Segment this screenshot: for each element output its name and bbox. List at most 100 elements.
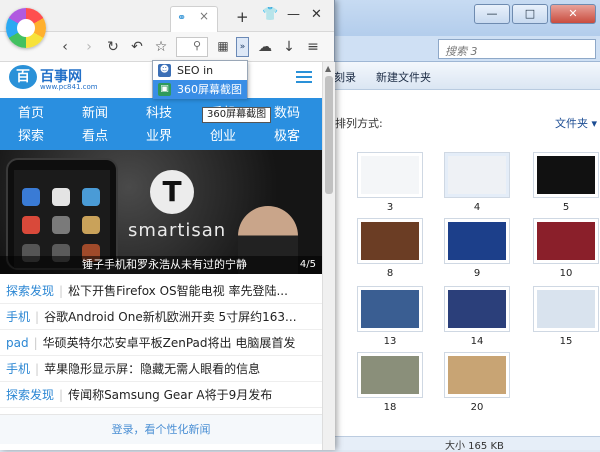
file-thumbnail-label[interactable]: 10 [533,268,599,279]
extensions-overflow-button[interactable]: » [236,37,249,57]
news-item[interactable]: 探索发现 | 传闻称Samsung Gear A将于9月发布 [0,382,322,408]
file-thumbnail-label[interactable]: 13 [357,336,423,347]
file-thumbnail[interactable] [357,218,423,264]
explorer-search-input[interactable]: 搜索 3 [438,39,596,59]
nav-item[interactable]: 新闻 [82,102,142,121]
burn-command[interactable]: 刻录 [334,69,356,85]
file-thumbnail-label[interactable]: 20 [444,402,510,413]
news-item[interactable]: 手机 | 苹果隐形显示屏：隐藏无需人眼看的信息 [0,356,322,382]
news-title[interactable]: 传闻称Samsung Gear A将于9月发布 [68,388,272,402]
login-link[interactable]: 登录，看个性化新闻 [0,414,322,444]
cloud-icon[interactable]: ☁ [256,39,274,55]
close-tab-icon[interactable]: × [199,9,209,23]
bookmark-star-icon[interactable]: ☆ [152,39,170,55]
news-separator: | [59,388,64,402]
file-thumbnail[interactable] [444,152,510,198]
file-thumbnail-label[interactable]: 14 [444,336,510,347]
sort-label: 排列方式: [335,117,383,130]
file-thumbnail-label[interactable]: 18 [357,402,423,413]
news-title[interactable]: 谷歌Android One新机欧洲开卖 5寸屏约163... [44,310,296,324]
news-category[interactable]: 探索发现 [6,388,54,402]
file-thumbnail-label[interactable]: 4 [444,202,510,213]
news-category[interactable]: pad [6,336,29,350]
phone-image [6,158,118,270]
file-thumbnail-label[interactable]: 8 [357,268,423,279]
phone-app-icon [22,188,40,206]
maximize-button[interactable]: □ [512,4,548,24]
news-separator: | [59,284,64,298]
banner-caption[interactable]: 锤子手机和罗永浩从未有过的宁静 4/5 [0,256,322,274]
site-logo-icon[interactable]: 百 [9,65,37,89]
new-folder-command[interactable]: 新建文件夹 [376,69,431,85]
browser-tab[interactable]: ⚭ × [170,6,218,32]
close-window-icon[interactable]: ✕ [311,7,322,22]
file-thumbnail[interactable] [444,218,510,264]
news-category[interactable]: 探索发现 [6,284,54,298]
news-list: 探索发现 | 松下开售Firefox OS智能电视 率先登陆... 手机 | 谷歌Andr… [0,278,322,408]
browser-tab-icon: ⚭ [177,11,187,24]
apps-grid-icon[interactable]: ▦ [214,39,232,53]
file-thumbnail[interactable] [533,152,599,198]
undo-icon[interactable]: ↶ [128,39,146,55]
news-title[interactable]: 松下开售Firefox OS智能电视 率先登陆... [68,284,288,298]
address-search-box[interactable]: ⚲ [176,37,208,57]
reload-icon[interactable]: ↻ [104,39,122,55]
tab-bar: ⚭ × + 👕 — ✕ [0,0,334,32]
banner-slide[interactable]: T smartisan 锤子手机和罗永浩从未有过的宁静 4/5 [0,150,322,274]
nav-item[interactable]: 看点 [82,125,142,144]
site-logo-url: www.pc841.com [40,83,98,91]
menu-icon[interactable]: ≡ [304,39,322,55]
skin-icon[interactable]: 👕 [262,7,278,22]
search-icon: ⚲ [193,39,202,52]
nav-item[interactable]: 创业 [210,125,270,144]
file-thumbnail-label[interactable]: 15 [533,336,599,347]
explorer-titlebar: — □ ✕ [326,0,600,36]
scroll-up-icon[interactable]: ▲ [325,64,331,73]
extension-dropdown: ☻SEO in China▣ 360屏幕截图 [152,60,248,99]
dropdown-item[interactable]: ▣ 360屏幕截图 [153,80,247,99]
file-thumbnail[interactable] [444,286,510,332]
vertical-scrollbar[interactable]: ▲ [322,62,335,450]
news-item[interactable]: pad | 华硕英特尔芯安卓平板ZenPad将出 电脑展首发 [0,330,322,356]
phone-app-icon [52,216,70,234]
file-thumbnail-label[interactable]: 5 [533,202,599,213]
browser-logo-icon[interactable] [6,8,46,48]
menu-back-icon[interactable]: ‹ [56,39,74,55]
download-icon[interactable]: ↓ [280,39,298,55]
news-item[interactable]: 探索发现 | 松下开售Firefox OS智能电视 率先登陆... [0,278,322,304]
phone-app-icon [82,188,100,206]
file-thumbnail[interactable] [357,286,423,332]
close-button[interactable]: ✕ [550,4,596,24]
phone-app-icon [82,216,100,234]
news-title[interactable]: 华硕英特尔芯安卓平板ZenPad将出 电脑展首发 [43,336,296,350]
file-thumbnail[interactable] [533,218,599,264]
nav-item[interactable]: 科技 [146,102,206,121]
tooltip: 360屏幕截图 [202,107,272,123]
browser-toolbar: ‹ › ↻ ↶ ☆ ⚲ ▦ » ☁ ↓ ≡ [0,32,334,62]
file-thumbnail[interactable] [357,152,423,198]
news-category[interactable]: 手机 [6,362,30,376]
file-thumbnail[interactable] [357,352,423,398]
file-thumbnail[interactable] [533,286,599,332]
news-separator: | [33,336,38,350]
minimize-button[interactable]: — [474,4,510,24]
banner-caption-text: 锤子手机和罗永浩从未有过的宁静 [82,258,247,271]
file-thumbnail[interactable] [444,352,510,398]
forward-icon[interactable]: › [80,39,98,55]
news-category[interactable]: 手机 [6,310,30,324]
explorer-command-bar: 刻录 新建文件夹 [326,62,600,90]
explorer-address-bar: 搜索 3 [326,36,600,62]
minimize-icon[interactable]: — [287,7,300,22]
dropdown-item[interactable]: ☻SEO in China [153,61,247,96]
news-title[interactable]: 苹果隐形显示屏：隐藏无需人眼看的信息 [44,362,260,376]
scroll-thumb[interactable] [325,76,333,194]
news-item[interactable]: 手机 | 谷歌Android One新机欧洲开卖 5寸屏约163... [0,304,322,330]
nav-item[interactable]: 探索 [18,125,78,144]
hamburger-menu-icon[interactable] [296,71,312,85]
sort-dropdown[interactable]: 文件夹 ▾ [555,115,597,131]
file-thumbnail-label[interactable]: 9 [444,268,510,279]
nav-item[interactable]: 业界 [146,125,206,144]
file-thumbnail-label[interactable]: 3 [357,202,423,213]
nav-item[interactable]: 首页 [18,102,78,121]
new-tab-button[interactable]: + [236,8,249,26]
